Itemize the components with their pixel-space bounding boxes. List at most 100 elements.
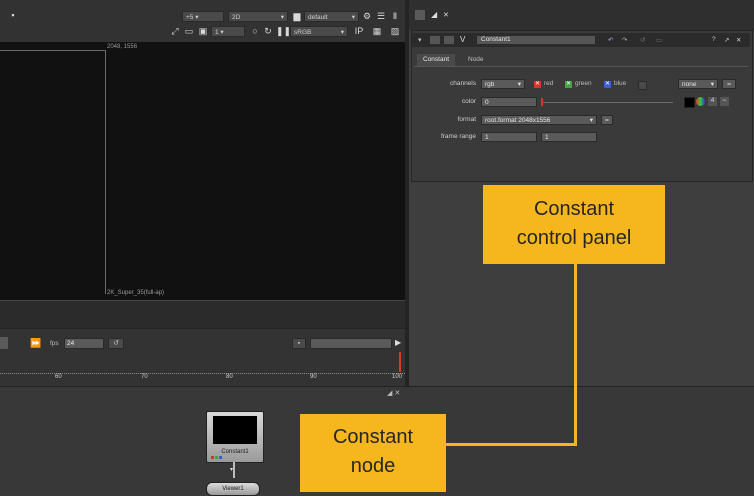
bookmark-icon[interactable]: ▭ xyxy=(656,36,662,44)
tick-70: 70 xyxy=(141,374,148,380)
callout-constant-control-panel: Constant control panel xyxy=(483,185,665,264)
red-label: red xyxy=(544,80,554,87)
pause-icon[interactable]: Ⅱ xyxy=(390,11,400,21)
viewer-toggle-icon[interactable]: V xyxy=(460,35,465,44)
fps-label: fps xyxy=(50,340,59,347)
frame-field[interactable]: 1 ▾ xyxy=(211,26,245,37)
list-icon[interactable]: ☰ xyxy=(376,11,386,21)
callout-constant-node: Constant node xyxy=(300,414,446,492)
animation-icon[interactable]: ∼ xyxy=(720,97,729,106)
format-label: format xyxy=(457,116,476,123)
connection-arrow-icon: ▾ xyxy=(230,467,234,473)
revert-icon[interactable]: ↺ xyxy=(640,36,645,44)
timeline-ruler[interactable] xyxy=(0,363,405,374)
viewer-node[interactable]: Viewer1 xyxy=(206,482,260,496)
format-menu-button[interactable]: = xyxy=(601,115,613,125)
float-panel-icon[interactable]: ↗ xyxy=(724,36,729,44)
lut-value: default xyxy=(308,14,328,21)
loop-icon[interactable]: ↺ xyxy=(108,338,124,349)
pause-viewer-icon[interactable]: ❚❚ xyxy=(276,26,291,36)
monitor-icon[interactable]: ▣ xyxy=(198,26,208,36)
tab-node[interactable]: Node xyxy=(462,54,490,66)
format-name-label: 2K_Super_35(full-ap) xyxy=(107,290,165,296)
color-input[interactable]: 0 xyxy=(481,97,537,107)
constant-node-label: Constant1 xyxy=(221,449,249,455)
green-checkbox[interactable]: ✕ xyxy=(565,81,572,88)
callout-panel-line2: control panel xyxy=(516,227,632,249)
settings-icon[interactable]: ⚙ xyxy=(362,11,372,21)
tick-60: 60 xyxy=(55,374,62,380)
callout-panel-leader-horizontal xyxy=(446,443,577,446)
format-dropdown[interactable]: root.format 2048x1556 ▾ xyxy=(481,115,597,125)
red-checkbox[interactable]: ✕ xyxy=(534,81,541,88)
node-red-dot xyxy=(211,456,214,459)
frame-range-start-input[interactable]: 1 xyxy=(481,132,537,142)
color-swatch[interactable] xyxy=(684,97,695,108)
frame-step-icon[interactable]: ▪ xyxy=(292,338,306,349)
collapse-icon[interactable]: ▾ xyxy=(418,36,422,44)
pin-icon[interactable]: ◢ xyxy=(431,10,437,19)
panel-header: ▾ V Constant1 ↶ ↷ ↺ ▭ ? ↗ ✕ xyxy=(412,33,750,47)
constant-control-panel xyxy=(411,30,753,182)
properties-toolbar: ◢ ✕ xyxy=(409,0,754,30)
callout-panel-line1: Constant xyxy=(533,198,615,220)
viewer-toolbar: ▪ +5 ▾ 2D ▾ ▆ default ▾ ⚙ ☰ Ⅱ ⤢ ▭ ▣ 1 ▾ … xyxy=(0,0,405,43)
frame-range-end-input[interactable]: 1 xyxy=(541,132,597,142)
colorspace-dropdown[interactable]: sRGB ▾ xyxy=(290,26,348,37)
color-slider-handle[interactable] xyxy=(541,98,543,106)
zoom-icon[interactable]: ⤢ xyxy=(170,26,180,36)
channel-split-icon[interactable]: 4 xyxy=(708,97,717,106)
blue-label: blue xyxy=(614,80,627,87)
refresh-icon[interactable]: ↻ xyxy=(263,26,273,36)
lut-dropdown[interactable]: default ▾ xyxy=(304,11,359,22)
roi-icon[interactable]: ▭ xyxy=(184,26,194,36)
node-name-field[interactable]: Constant1 xyxy=(476,35,596,45)
playhead-marker[interactable] xyxy=(399,352,401,372)
frame-input[interactable] xyxy=(310,338,392,349)
lut-icon[interactable]: ▆ xyxy=(292,11,302,21)
ip-icon[interactable]: IP xyxy=(354,26,364,36)
constant-node-thumbnail xyxy=(213,416,257,444)
extra-channel-dropdown[interactable]: none ▾ xyxy=(678,79,718,89)
fps-input[interactable]: 24 xyxy=(64,338,104,349)
tab-constant[interactable]: Constant xyxy=(417,54,456,66)
constant-node[interactable]: Constant1 xyxy=(206,411,264,463)
colorspace-value: sRGB xyxy=(294,29,312,36)
channels-value: rgb xyxy=(485,81,495,88)
next-frame-icon[interactable]: ▶ xyxy=(395,338,401,347)
view-mode-dropdown[interactable]: 2D ▾ xyxy=(228,11,288,22)
node-green-dot xyxy=(215,456,218,459)
callout-node-line1: Constant xyxy=(332,426,414,448)
color-slider-track[interactable] xyxy=(541,102,673,103)
viewer-menu-icon[interactable]: ▪ xyxy=(8,10,18,20)
color-label: color xyxy=(461,98,476,105)
frame-field-value: 1 xyxy=(215,29,219,36)
undo-icon[interactable]: ↶ xyxy=(608,36,613,44)
close-panel-icon[interactable]: ✕ xyxy=(736,36,741,44)
wipe-icon[interactable]: ▨ xyxy=(390,26,400,36)
max-panels-field[interactable] xyxy=(415,10,425,20)
node-graph-pin-icon[interactable]: ◢ ✕ xyxy=(387,389,400,397)
format-boundary xyxy=(0,50,106,294)
alpha-checkbox[interactable] xyxy=(638,81,647,90)
tick-80: 80 xyxy=(226,374,233,380)
channels-dropdown[interactable]: rgb ▾ xyxy=(481,79,525,89)
node-color-icon[interactable] xyxy=(444,36,454,44)
frame-range-label: frame range xyxy=(440,133,476,140)
node-connection-line xyxy=(233,462,235,478)
grid-icon[interactable]: ▦ xyxy=(372,26,382,36)
help-icon[interactable]: ? xyxy=(712,36,716,43)
redo-icon[interactable]: ↷ xyxy=(622,36,627,44)
playback-button[interactable] xyxy=(0,337,8,349)
color-wheel-icon[interactable] xyxy=(696,97,705,106)
close-all-icon[interactable]: ✕ xyxy=(443,11,449,19)
gain-dropdown[interactable]: +5 ▾ xyxy=(182,11,224,22)
format-size-label: 2048, 1556 xyxy=(107,44,138,50)
float-icon[interactable] xyxy=(430,36,440,44)
circle-icon[interactable]: ○ xyxy=(250,26,260,36)
blue-checkbox[interactable]: ✕ xyxy=(604,81,611,88)
green-label: green xyxy=(575,80,592,87)
channels-menu-button[interactable]: = xyxy=(722,79,736,89)
callout-node-line2: node xyxy=(350,455,396,477)
fast-forward-icon[interactable]: ⏩ xyxy=(30,338,41,349)
